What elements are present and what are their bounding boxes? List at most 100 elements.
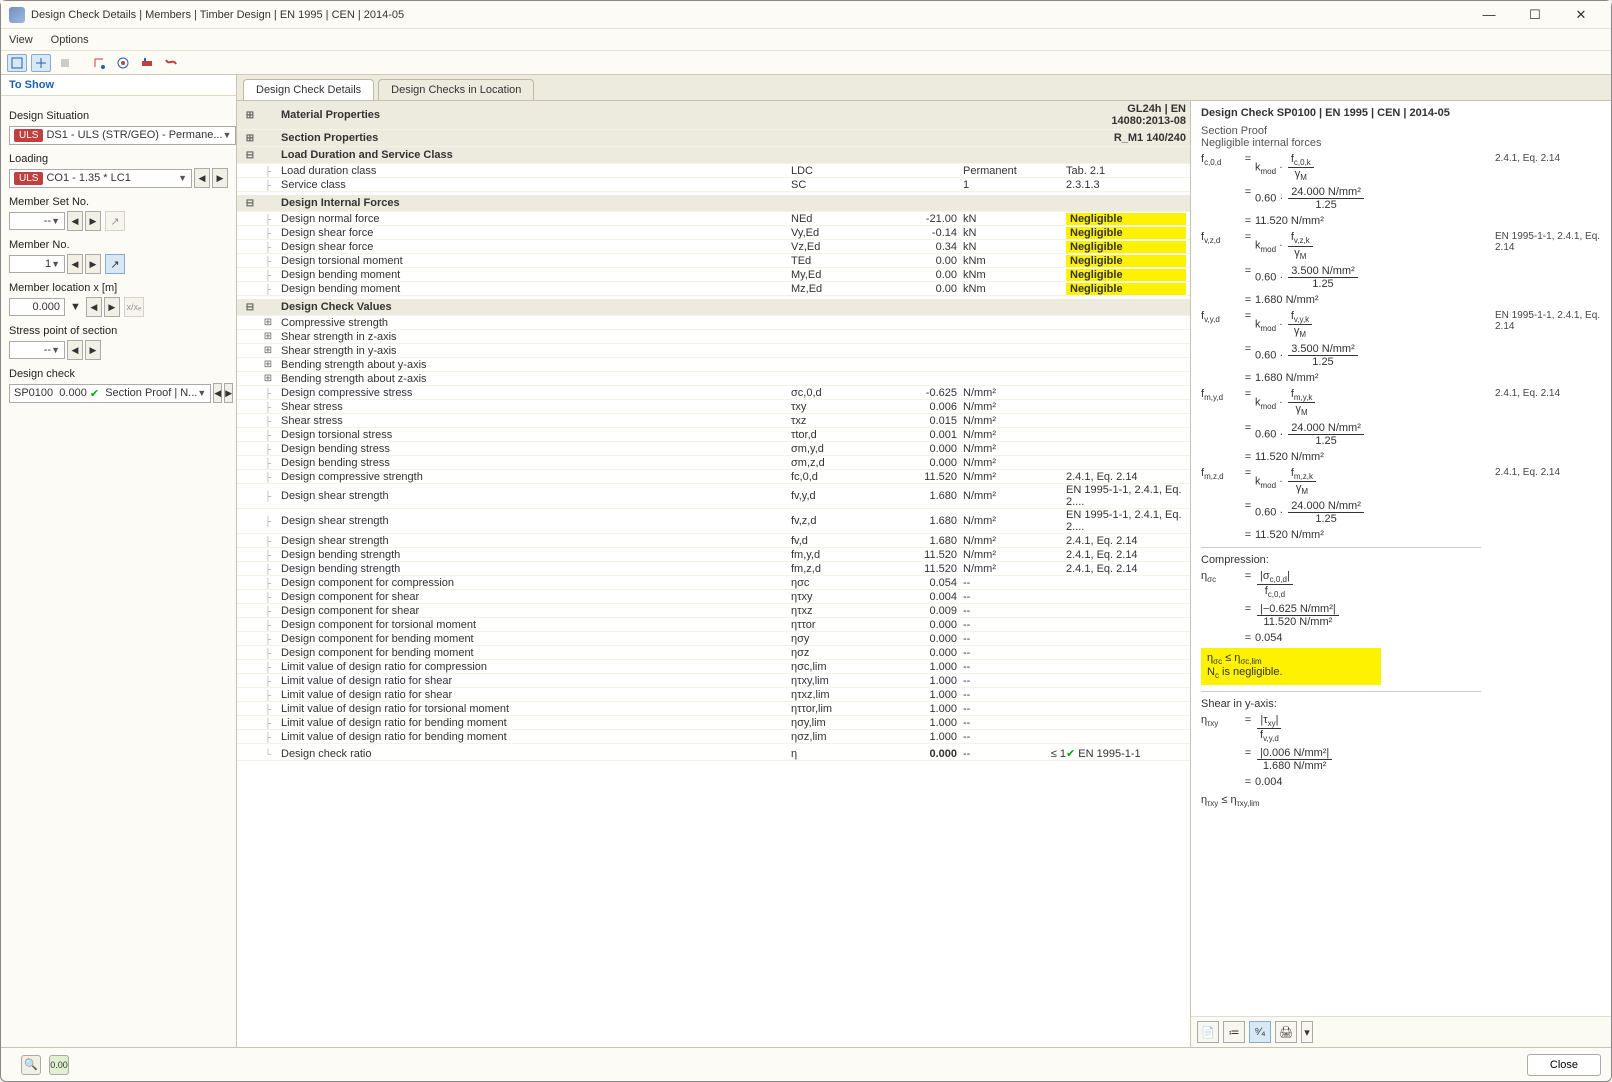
table-row: ├ Design component for torsional moment … [237,618,1190,632]
close-window-button[interactable]: ✕ [1559,3,1603,27]
pick-icon[interactable]: ↗ [105,211,125,231]
expand-icon[interactable]: ⊞ [259,345,277,356]
expand-icon[interactable]: ⊞ [259,317,277,328]
close-button[interactable]: Close [1527,1054,1601,1076]
rp-btn-1[interactable]: 📄 [1197,1021,1219,1043]
table-row: ├ Limit value of design ratio for compre… [237,660,1190,674]
collapse-icon[interactable]: ⊟ [241,198,259,209]
menu-view[interactable]: View [9,34,33,46]
table-row: ├ Design component for compression ησc 0… [237,576,1190,590]
design-situation-dropdown[interactable]: ULS DS1 - ULS (STR/GEO) - Permane... ▼ [9,126,236,145]
prev-button[interactable]: ◀ [86,297,102,317]
table-row: ├ Design bending strength fm,z,d 11.520 … [237,562,1190,576]
equation-panel: Design Check SP0100 | EN 1995 | CEN | 20… [1191,101,1611,1047]
table-row: ├ Limit value of design ratio for torsio… [237,702,1190,716]
table-row: ├ Limit value of design ratio for shear … [237,688,1190,702]
help-icon[interactable]: 🔍 [21,1055,41,1075]
expand-icon[interactable]: ⊞ [241,133,259,144]
chevron-down-icon: ▼ [51,259,60,269]
member-loc-label: Member location x [m] [9,282,228,294]
collapse-icon[interactable]: ⊟ [241,302,259,313]
toolbar-icon-4[interactable] [89,54,109,72]
toolbar-icon-2[interactable] [31,54,51,72]
rp-btn-3[interactable]: ⁹⁄₄ [1249,1021,1271,1043]
stress-point-dropdown[interactable]: -- ▼ [9,341,65,359]
chevron-down-icon: ▼ [51,345,60,355]
tab-location[interactable]: Design Checks in Location [378,79,534,100]
design-situation-label: Design Situation [9,110,228,122]
prev-button[interactable]: ◀ [213,383,222,403]
expand-icon[interactable]: ⊞ [259,373,277,384]
next-button[interactable]: ▶ [85,254,101,274]
table-row: ├ Design component for shear ητxz 0.009 … [237,604,1190,618]
title-bar: Design Check Details | Members | Timber … [1,1,1611,29]
rp-toolbar: 📄 ≔ ⁹⁄₄ 🖨 ▾ [1191,1016,1611,1047]
chevron-down-icon: ▼ [178,173,187,183]
menu-options[interactable]: Options [51,34,89,46]
rp-btn-dropdown[interactable]: ▾ [1301,1021,1313,1043]
table-row: ├ Service class SC 1 2.3.1.3 [237,178,1190,192]
table-row: ├ Limit value of design ratio for bendin… [237,716,1190,730]
design-check-label: Design check [9,368,228,380]
loading-dropdown[interactable]: ULS CO1 - 1.35 * LC1 ▼ [9,169,192,188]
check-icon: ✔ [1066,748,1075,760]
table-row: ├ Design normal force NEd -21.00 kN Negl… [237,212,1190,226]
table-row: ├ Design shear strength fv,y,d 1.680 N/m… [237,484,1190,509]
table-row: ├ Design bending stress σm,y,d 0.000 N/m… [237,442,1190,456]
prev-button[interactable]: ◀ [67,211,83,231]
table-row: ├ Design component for bending moment ησ… [237,632,1190,646]
table-row: ├ Design shear force Vy,Ed -0.14 kN Negl… [237,226,1190,240]
highlight-box: ησc ≤ ησc,lim Nc is negligible. [1201,648,1381,684]
chevron-down-icon: ▼ [223,130,232,140]
toolbar-icon-7[interactable] [161,54,181,72]
chevron-down-icon[interactable]: ▼ [67,301,84,313]
rp-btn-print[interactable]: 🖨 [1275,1021,1297,1043]
chevron-down-icon: ▼ [197,388,206,398]
prev-button[interactable]: ◀ [67,254,83,274]
member-loc-input[interactable]: 0.000 [9,298,65,316]
table-row: ├ Shear stress τxz 0.015 N/mm² [237,414,1190,428]
units-icon[interactable]: 0.00 [49,1055,69,1075]
toolbar-icon-6[interactable] [137,54,157,72]
next-button[interactable]: ▶ [212,168,228,188]
main-toolbar [1,51,1611,75]
chevron-down-icon: ▼ [51,216,60,226]
expand-icon[interactable]: ⊞ [259,331,277,342]
center-tabs: Design Check Details Design Checks in Lo… [237,75,1611,101]
tab-details[interactable]: Design Check Details [243,79,374,100]
expand-icon[interactable]: ⊞ [259,359,277,370]
next-button[interactable]: ▶ [85,211,101,231]
loading-label: Loading [9,153,228,165]
design-check-dropdown[interactable]: SP0100 0.000 ✔ Section Proof | N... ▼ [9,384,211,403]
prev-button[interactable]: ◀ [194,168,210,188]
rp-btn-2[interactable]: ≔ [1223,1021,1245,1043]
maximize-button[interactable]: ☐ [1513,3,1557,27]
minimize-button[interactable]: — [1467,3,1511,27]
table-row: ├ Design compressive strength fc,0,d 11.… [237,470,1190,484]
member-set-label: Member Set No. [9,196,228,208]
table-row: ├ Design torsional moment TEd 0.00 kNm N… [237,254,1190,268]
app-icon [9,7,25,23]
prev-button[interactable]: ◀ [67,340,83,360]
next-button[interactable]: ▶ [85,340,101,360]
window-title: Design Check Details | Members | Timber … [31,9,1467,21]
table-row: ├ Design bending stress σm,z,d 0.000 N/m… [237,456,1190,470]
toolbar-icon-5[interactable] [113,54,133,72]
next-button[interactable]: ▶ [224,383,233,403]
toolbar-icon-3[interactable] [55,54,75,72]
table-row: ├ Design shear strength fv,z,d 1.680 N/m… [237,509,1190,534]
table-row: ├ Design compressive stress σc,0,d -0.62… [237,386,1190,400]
next-button[interactable]: ▶ [104,297,120,317]
sidebar: To Show Design Situation ULS DS1 - ULS (… [1,75,237,1047]
expand-icon[interactable]: ⊞ [241,110,259,121]
xex-icon[interactable]: x/xₑ [124,297,144,317]
table-row: ├ Design bending moment My,Ed 0.00 kNm N… [237,268,1190,282]
table-row: ├ Design component for bending moment ησ… [237,646,1190,660]
member-no-dropdown[interactable]: 1 ▼ [9,255,65,273]
pick-icon[interactable]: ↗ [105,254,125,274]
collapse-icon[interactable]: ⊟ [241,150,259,161]
toolbar-icon-1[interactable] [7,54,27,72]
table-row: ├ Limit value of design ratio for shear … [237,674,1190,688]
member-set-dropdown[interactable]: -- ▼ [9,212,65,230]
table-row: ├ Design shear strength fv,d 1.680 N/mm²… [237,534,1190,548]
